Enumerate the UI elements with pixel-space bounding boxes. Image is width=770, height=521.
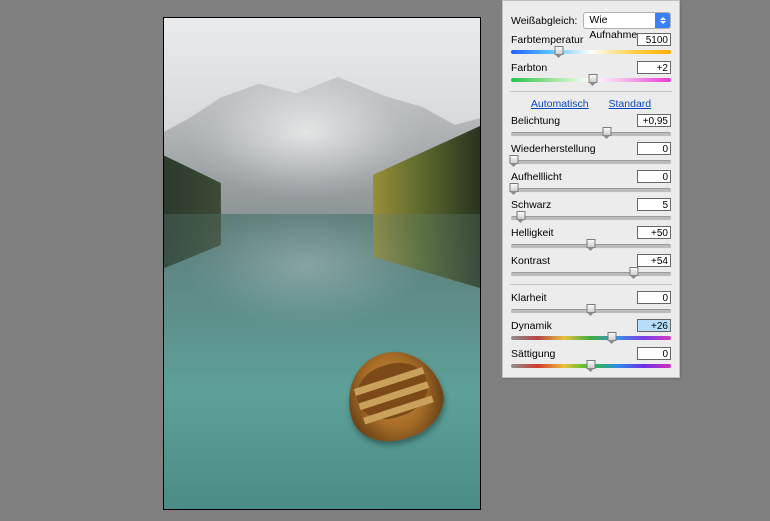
contrast-value[interactable]: +54	[637, 254, 671, 267]
clarity-label: Klarheit	[511, 292, 637, 304]
image-preview[interactable]	[163, 17, 481, 510]
dropdown-arrows-icon	[655, 13, 670, 28]
filllight-slider[interactable]	[511, 185, 671, 194]
temperature-label: Farbtemperatur	[511, 34, 637, 46]
filllight-value[interactable]: 0	[637, 170, 671, 183]
whitebalance-dropdown[interactable]: Wie Aufnahme	[583, 12, 671, 29]
recovery-value[interactable]: 0	[637, 142, 671, 155]
exposure-slider[interactable]	[511, 129, 671, 138]
exposure-label: Belichtung	[511, 115, 637, 127]
black-label: Schwarz	[511, 199, 637, 211]
filllight-row: Aufhelllicht 0	[511, 170, 671, 194]
slider-thumb[interactable]	[607, 332, 616, 344]
vibrance-row: Dynamik +26	[511, 319, 671, 343]
temperature-slider[interactable]	[511, 48, 671, 57]
recovery-slider[interactable]	[511, 157, 671, 166]
saturation-value[interactable]: 0	[637, 347, 671, 360]
slider-thumb[interactable]	[630, 267, 639, 279]
contrast-slider[interactable]	[511, 269, 671, 278]
slider-thumb[interactable]	[588, 74, 597, 86]
temperature-row: Farbtemperatur 5100	[511, 33, 671, 57]
slider-thumb[interactable]	[510, 155, 519, 167]
black-row: Schwarz 5	[511, 198, 671, 222]
brightness-slider[interactable]	[511, 241, 671, 250]
slider-thumb[interactable]	[510, 183, 519, 195]
brightness-label: Helligkeit	[511, 227, 637, 239]
contrast-row: Kontrast +54	[511, 254, 671, 278]
brightness-value[interactable]: +50	[637, 226, 671, 239]
vibrance-value[interactable]: +26	[637, 319, 671, 332]
saturation-row: Sättigung 0	[511, 347, 671, 371]
tint-value[interactable]: +2	[637, 61, 671, 74]
vibrance-slider[interactable]	[511, 334, 671, 343]
recovery-label: Wiederherstellung	[511, 143, 637, 155]
saturation-label: Sättigung	[511, 348, 637, 360]
black-slider[interactable]	[511, 213, 671, 222]
clarity-row: Klarheit 0	[511, 291, 671, 315]
saturation-slider[interactable]	[511, 362, 671, 371]
black-value[interactable]: 5	[637, 198, 671, 211]
whitebalance-label: Weißabgleich:	[511, 15, 577, 27]
contrast-label: Kontrast	[511, 255, 637, 267]
tint-slider[interactable]	[511, 76, 671, 85]
recovery-row: Wiederherstellung 0	[511, 142, 671, 166]
filllight-label: Aufhelllicht	[511, 171, 637, 183]
temperature-value[interactable]: 5100	[637, 33, 671, 46]
slider-thumb[interactable]	[516, 211, 525, 223]
slider-thumb[interactable]	[587, 239, 596, 251]
auto-link[interactable]: Automatisch	[531, 98, 589, 110]
tint-label: Farbton	[511, 62, 637, 74]
slider-thumb[interactable]	[587, 360, 596, 372]
brightness-row: Helligkeit +50	[511, 226, 671, 250]
slider-thumb[interactable]	[587, 304, 596, 316]
slider-thumb[interactable]	[603, 127, 612, 139]
clarity-slider[interactable]	[511, 306, 671, 315]
standard-link[interactable]: Standard	[609, 98, 652, 110]
exposure-value[interactable]: +0,95	[637, 114, 671, 127]
vibrance-label: Dynamik	[511, 320, 637, 332]
clarity-value[interactable]: 0	[637, 291, 671, 304]
exposure-row: Belichtung +0,95	[511, 114, 671, 138]
tint-row: Farbton +2	[511, 61, 671, 85]
slider-thumb[interactable]	[555, 46, 564, 58]
basic-adjustments-panel: Weißabgleich: Wie Aufnahme Farbtemperatu…	[502, 0, 680, 378]
